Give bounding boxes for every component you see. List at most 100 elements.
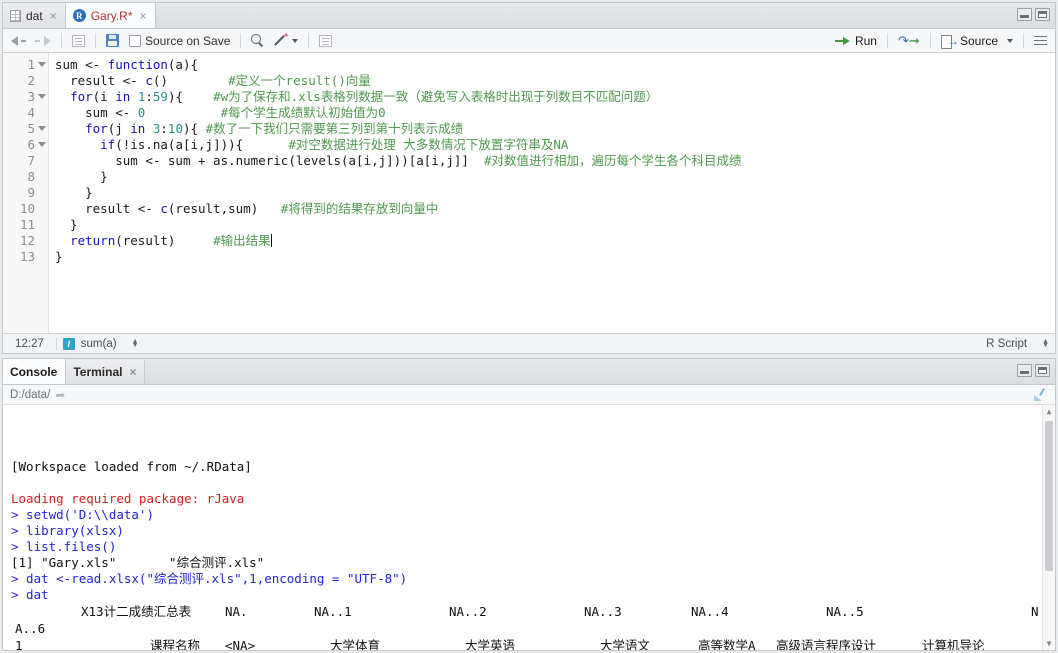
code-line[interactable]: sum <- 0 #每个学生成绩默认初始值为0 [55,105,1055,121]
code-line[interactable]: sum <- sum + as.numeric(levels(a[i,j]))[… [55,153,1055,169]
tab-label: dat [26,9,43,23]
save-button[interactable] [102,31,123,51]
code-line[interactable]: result <- c() #定义一个result()向量 [55,73,1055,89]
console-command: > dat <-read.xlsx("综合测评.xls",1,encoding … [11,571,408,586]
source-button[interactable]: Source [937,31,1017,51]
dataframe-cell: 高级语言程序设计 [776,638,877,650]
outline-icon [1034,35,1047,47]
code-token: #将得到的结果存放到向量中 [280,201,439,216]
scroll-up-icon[interactable]: ▲ [1043,405,1055,418]
rstudio-window: dat × R Gary.R* × Source on Save ✦ Run ↷… [0,0,1058,653]
dataframe-header-row: X13计二成绩汇总表 NA. NA..1 NA..2 NA..3 NA..4 NA..5 N [11,603,1055,620]
run-button[interactable]: Run [831,31,881,51]
code-tools-button[interactable] [270,31,302,51]
code-line[interactable]: if(!is.na(a[i,j])){ #对空数据进行处理 大多数情况下放置字符… [55,137,1055,153]
code-token: (a[i,j]))[a[i,j]] [341,153,484,168]
editor-body[interactable]: 1 2 3 4 5 6 7 8 9 10 11 12 13 sum <- function(a){ re… [3,53,1055,333]
minimize-pane-icon[interactable] [1017,364,1032,377]
console-command: > library(xlsx) [11,523,124,538]
code-line[interactable]: sum <- function(a){ [55,57,1055,73]
open-directory-icon[interactable]: ➦ [55,389,65,401]
dataframe-cell: 高等数学A [698,638,756,650]
chevron-down-icon[interactable] [1007,38,1013,43]
tab-dat[interactable]: dat × [3,4,66,28]
code-line[interactable]: return(result) #输出结果 [55,233,1055,249]
line-number: 12 [19,233,35,248]
dataframe-cell: 大学语文 [600,638,651,650]
fold-triangle-icon[interactable] [38,126,46,131]
tab-gary-r[interactable]: R Gary.R* × [65,3,156,28]
scrollbar-thumb[interactable] [1045,421,1053,571]
dataframe-cell: <NA> [225,638,256,650]
code-line[interactable]: } [55,249,1055,265]
working-directory-label[interactable]: D:/data/ [10,389,50,401]
run-label: Run [854,33,877,48]
code-token: } [55,169,108,184]
maximize-pane-icon[interactable] [1035,8,1050,21]
close-icon[interactable]: × [50,10,57,22]
line-number: 10 [19,201,35,216]
code-line[interactable]: result <- c(result,sum) #将得到的结果存放到向量中 [55,201,1055,217]
code-line[interactable]: for(j in 3:10){ #数了一下我们只需要第三列到第十列表示成绩 [55,121,1055,137]
close-icon[interactable]: × [129,366,136,378]
fold-triangle-icon[interactable] [38,94,46,99]
scope-chevron-icon[interactable]: ▲ ▼ [132,338,139,349]
code-token: (a[i,j])){ [167,137,289,152]
code-line[interactable]: } [55,169,1055,185]
document-outline-button[interactable] [1030,31,1051,51]
text-cursor [270,234,272,247]
code-token: #定义一个result()向量 [228,73,371,88]
dataframe-cell: NA. [225,604,248,619]
code-content[interactable]: sum <- function(a){ result <- c() #定义一个r… [49,53,1055,333]
fold-triangle-icon[interactable] [38,142,46,147]
editor-status-bar: 12:27 I sum(a) ▲ ▼ R Script ▲ ▼ [3,333,1055,353]
rerun-button[interactable]: ↷➞ [894,31,924,51]
code-line[interactable]: for(i in 1:59){ #w为了保存和.xls表格列数据一致（避免写入表… [55,89,1055,105]
code-token: : [145,89,153,104]
maximize-pane-icon[interactable] [1035,364,1050,377]
save-icon [106,34,119,47]
code-line[interactable]: } [55,185,1055,201]
toolbar-divider [95,33,96,48]
dataframe-output: X13计二成绩汇总表 NA. NA..1 NA..2 NA..3 NA..4 NA..5 N A… [11,603,1055,650]
back-button[interactable] [7,31,30,51]
minimize-pane-icon[interactable] [1017,8,1032,21]
code-token: <- [145,153,168,168]
search-icon [251,34,264,47]
console-output[interactable]: ▲ ▼ [Workspace loaded from ~/.RData] Loa… [3,405,1055,650]
dataframe-cell: NA..5 [826,604,864,619]
dataframe-cell: NA..4 [691,604,729,619]
tab-console[interactable]: Console [3,359,67,384]
fold-triangle-icon[interactable] [38,62,46,67]
file-type-label[interactable]: R Script [980,338,1033,350]
code-token: } [55,185,93,200]
forward-button[interactable] [32,31,55,51]
code-token: ){ [167,89,214,104]
code-line[interactable]: } [55,217,1055,233]
file-type-chevron-icon[interactable]: ▲ ▼ [1042,338,1049,349]
code-token: <- [122,73,146,88]
code-token: (! [115,137,131,152]
forward-arrow-icon [44,35,51,46]
code-token: #数了一下我们只需要第三列到第十列表示成绩 [205,121,464,136]
show-in-new-window-button[interactable] [68,31,89,51]
line-number: 3 [3,89,48,105]
tab-terminal[interactable]: Terminal × [66,360,146,384]
clear-console-icon[interactable] [1034,388,1048,401]
code-token: (a){ [167,57,199,72]
line-number: 4 [27,105,35,120]
console-line: [Workspace loaded from ~/.RData] [11,459,252,474]
find-replace-button[interactable] [247,31,268,51]
code-token: in [130,121,146,136]
toolbar-divider [308,33,310,48]
compile-report-button[interactable] [315,31,336,51]
tab-label: Gary.R* [90,8,133,23]
close-icon[interactable]: × [140,10,147,22]
source-on-save-toggle[interactable]: Source on Save [125,31,234,51]
